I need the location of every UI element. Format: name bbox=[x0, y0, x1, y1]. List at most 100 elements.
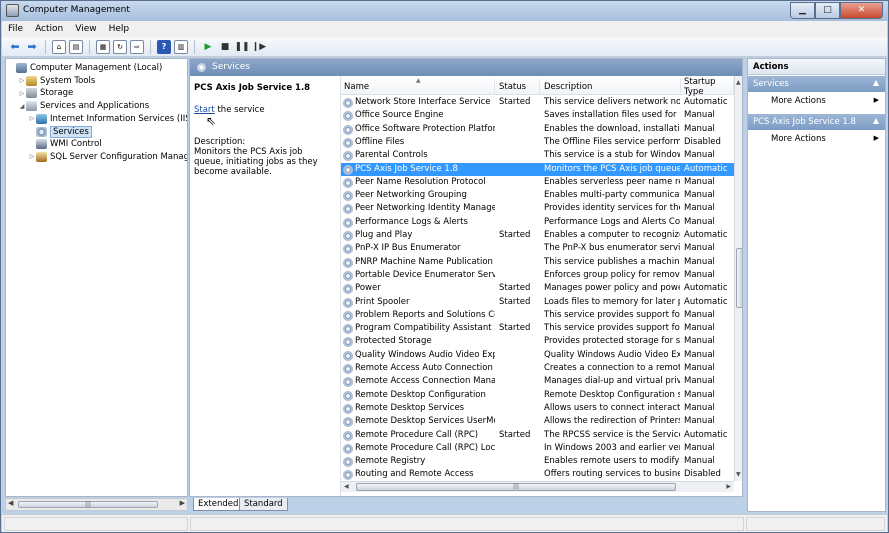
tree-node[interactable]: ▷ SQL Server Configuration Manager bbox=[28, 151, 187, 163]
table-row[interactable]: Quality Windows Audio Video Exper... Qual… bbox=[341, 349, 734, 362]
actions-section-services[interactable]: Services ▲ bbox=[748, 76, 885, 92]
table-row[interactable]: Remote Desktop Services UserMode... Allow… bbox=[341, 415, 734, 428]
menu-action[interactable]: Action bbox=[29, 24, 69, 34]
expand-arrow-icon[interactable]: ▷ bbox=[28, 153, 36, 160]
table-row[interactable]: PCS Axis Job Service 1.8 Monitors the PCS… bbox=[341, 162, 734, 176]
scroll-up-icon[interactable]: ▲ bbox=[736, 79, 741, 86]
title-bar[interactable]: Computer Management ▁ □ ✕ bbox=[1, 1, 888, 21]
table-row[interactable]: Offline Files The Offline Files service p… bbox=[341, 136, 734, 149]
table-row[interactable]: Peer Name Resolution Protocol Enables ser… bbox=[341, 176, 734, 189]
service-description-cell: Provides protected storage for se... bbox=[544, 336, 680, 347]
menu-bar: File Action View Help bbox=[2, 21, 887, 37]
help-icon[interactable]: ? bbox=[157, 39, 171, 54]
table-row[interactable]: PNRP Machine Name Publication S... This s… bbox=[341, 256, 734, 269]
tree-node[interactable]: WMI Control bbox=[28, 138, 102, 150]
minimize-button[interactable]: ▁ bbox=[790, 2, 815, 19]
table-row[interactable]: Parental Controls This service is a stub … bbox=[341, 149, 734, 162]
service-gear-icon bbox=[343, 403, 353, 414]
table-row[interactable]: Portable Device Enumerator Service Enforc… bbox=[341, 269, 734, 282]
table-row[interactable]: Remote Procedure Call (RPC) Locator In Wi… bbox=[341, 442, 734, 455]
service-startup-type: Disabled bbox=[684, 136, 721, 147]
tree-node[interactable]: Computer Management (Local) bbox=[8, 62, 162, 74]
scroll-thumb[interactable]: ||| bbox=[18, 501, 158, 508]
scroll-left-icon[interactable]: ◀ bbox=[344, 483, 349, 490]
service-gear-icon bbox=[343, 310, 353, 321]
properties-icon[interactable]: ▦ bbox=[96, 39, 110, 54]
table-row[interactable]: Program Compatibility Assistant Ser... St… bbox=[341, 322, 734, 335]
service-description-cell: Enables the download, installatio... bbox=[544, 123, 680, 134]
table-row[interactable]: Performance Logs & Alerts Performance Log… bbox=[341, 216, 734, 229]
vertical-scroll-thumb[interactable] bbox=[736, 248, 742, 308]
more-actions-selected-service[interactable]: More Actions ▶ bbox=[748, 132, 885, 146]
refresh-icon[interactable]: ↻ bbox=[113, 39, 127, 54]
table-row[interactable]: Network Store Interface Service Started Th… bbox=[341, 96, 734, 109]
tab-extended[interactable]: Extended bbox=[193, 498, 244, 511]
service-description-cell: The RPCSS service is the Service C... bbox=[544, 429, 680, 440]
more-actions-services[interactable]: More Actions ▶ bbox=[748, 94, 885, 108]
horizontal-scroll-thumb[interactable]: ||| bbox=[356, 483, 676, 491]
expand-arrow-icon[interactable]: ▷ bbox=[18, 77, 26, 84]
table-row[interactable]: Peer Networking Grouping Enables multi-pa… bbox=[341, 189, 734, 202]
scroll-down-icon[interactable]: ▼ bbox=[736, 471, 741, 478]
show-action-pane-icon[interactable]: ▥ bbox=[174, 39, 188, 54]
gear-icon bbox=[36, 126, 47, 137]
table-row[interactable]: Remote Desktop Services Allows users to c… bbox=[341, 402, 734, 415]
table-row[interactable]: Remote Desktop Configuration Remote Deskt… bbox=[341, 389, 734, 402]
maximize-button[interactable]: □ bbox=[815, 2, 840, 19]
table-row[interactable]: Remote Registry Enables remote users to m… bbox=[341, 455, 734, 468]
tree-node[interactable]: ▷ Internet Information Services (IIS) Ma bbox=[28, 113, 187, 125]
service-name: Parental Controls bbox=[355, 150, 428, 161]
show-hide-tree-icon[interactable]: ▤ bbox=[69, 39, 83, 54]
table-row[interactable]: Office Software Protection Platform Enabl… bbox=[341, 123, 734, 136]
service-name: Peer Networking Identity Manager bbox=[355, 203, 495, 214]
restart-service-icon[interactable]: ❙▶ bbox=[252, 40, 266, 54]
table-row[interactable]: Power Started Manages power policy and pow… bbox=[341, 282, 734, 295]
table-row[interactable]: Plug and Play Started Enables a computer t… bbox=[341, 229, 734, 242]
table-row[interactable]: Print Spooler Started Loads files to memor… bbox=[341, 296, 734, 309]
back-arrow-icon[interactable]: ⬅ bbox=[8, 40, 22, 54]
tree-node[interactable]: Services bbox=[28, 125, 92, 138]
menu-view[interactable]: View bbox=[69, 24, 102, 34]
pause-service-icon[interactable]: ❚❚ bbox=[234, 40, 249, 54]
tree-node[interactable]: ▷ System Tools bbox=[18, 75, 95, 87]
table-row[interactable]: Protected Storage Provides protected stor… bbox=[341, 335, 734, 348]
expand-arrow-icon[interactable]: ▷ bbox=[18, 90, 26, 97]
stop-service-icon[interactable]: ■ bbox=[218, 40, 232, 54]
list-horizontal-scrollbar[interactable]: ◀ ||| ▶ bbox=[341, 481, 734, 492]
service-startup-type: Manual bbox=[684, 456, 715, 467]
scroll-left-icon[interactable]: ◀ bbox=[8, 499, 13, 507]
expand-arrow-icon[interactable]: ▷ bbox=[28, 115, 36, 122]
expand-arrow-icon[interactable]: ◢ bbox=[18, 103, 26, 110]
collapse-caret-icon[interactable]: ▲ bbox=[873, 78, 879, 87]
table-row[interactable]: PnP-X IP Bus Enumerator The PnP-X bus enu… bbox=[341, 242, 734, 255]
tree-node[interactable]: ▷ Storage bbox=[18, 87, 73, 99]
service-gear-icon bbox=[343, 191, 353, 202]
tree-node[interactable]: ◢ Services and Applications bbox=[18, 100, 149, 112]
up-folder-icon[interactable]: ⌂ bbox=[52, 39, 66, 54]
menu-file[interactable]: File bbox=[2, 24, 29, 34]
table-row[interactable]: Office Source Engine Saves installation f… bbox=[341, 109, 734, 122]
table-row[interactable]: Remote Access Auto Connection M... Create… bbox=[341, 362, 734, 375]
table-row[interactable]: Problem Reports and Solutions Con... This… bbox=[341, 309, 734, 322]
column-startup-type[interactable]: Startup Type bbox=[681, 77, 734, 97]
collapse-caret-icon[interactable]: ▲ bbox=[873, 116, 879, 125]
table-row[interactable]: Peer Networking Identity Manager Provides… bbox=[341, 202, 734, 215]
table-row[interactable]: Routing and Remote Access Offers routing … bbox=[341, 468, 734, 481]
forward-arrow-icon[interactable]: ➡ bbox=[25, 40, 39, 54]
tab-standard[interactable]: Standard bbox=[239, 498, 288, 511]
column-status[interactable]: Status bbox=[496, 79, 540, 95]
table-row[interactable]: Remote Access Connection Manager Manages … bbox=[341, 375, 734, 388]
column-description[interactable]: Description bbox=[541, 79, 681, 95]
service-description-cell: Manages dial-up and virtual priva... bbox=[544, 376, 680, 387]
export-list-icon[interactable]: ⇨ bbox=[130, 39, 144, 54]
menu-help[interactable]: Help bbox=[103, 24, 136, 34]
start-service-icon[interactable]: ▶ bbox=[201, 40, 215, 54]
actions-section-selected-service[interactable]: PCS Axis Job Service 1.8 ▲ bbox=[748, 114, 885, 130]
scroll-right-icon[interactable]: ▶ bbox=[180, 499, 185, 507]
tree-horizontal-scrollbar[interactable]: ◀ ||| ▶ bbox=[5, 498, 188, 511]
scroll-right-icon[interactable]: ▶ bbox=[726, 483, 731, 490]
table-row[interactable]: Remote Procedure Call (RPC) Started The RP… bbox=[341, 429, 734, 442]
close-button[interactable]: ✕ bbox=[840, 2, 883, 19]
service-gear-icon bbox=[343, 324, 353, 335]
list-vertical-scrollbar[interactable]: ▲ ▼ bbox=[734, 76, 742, 481]
